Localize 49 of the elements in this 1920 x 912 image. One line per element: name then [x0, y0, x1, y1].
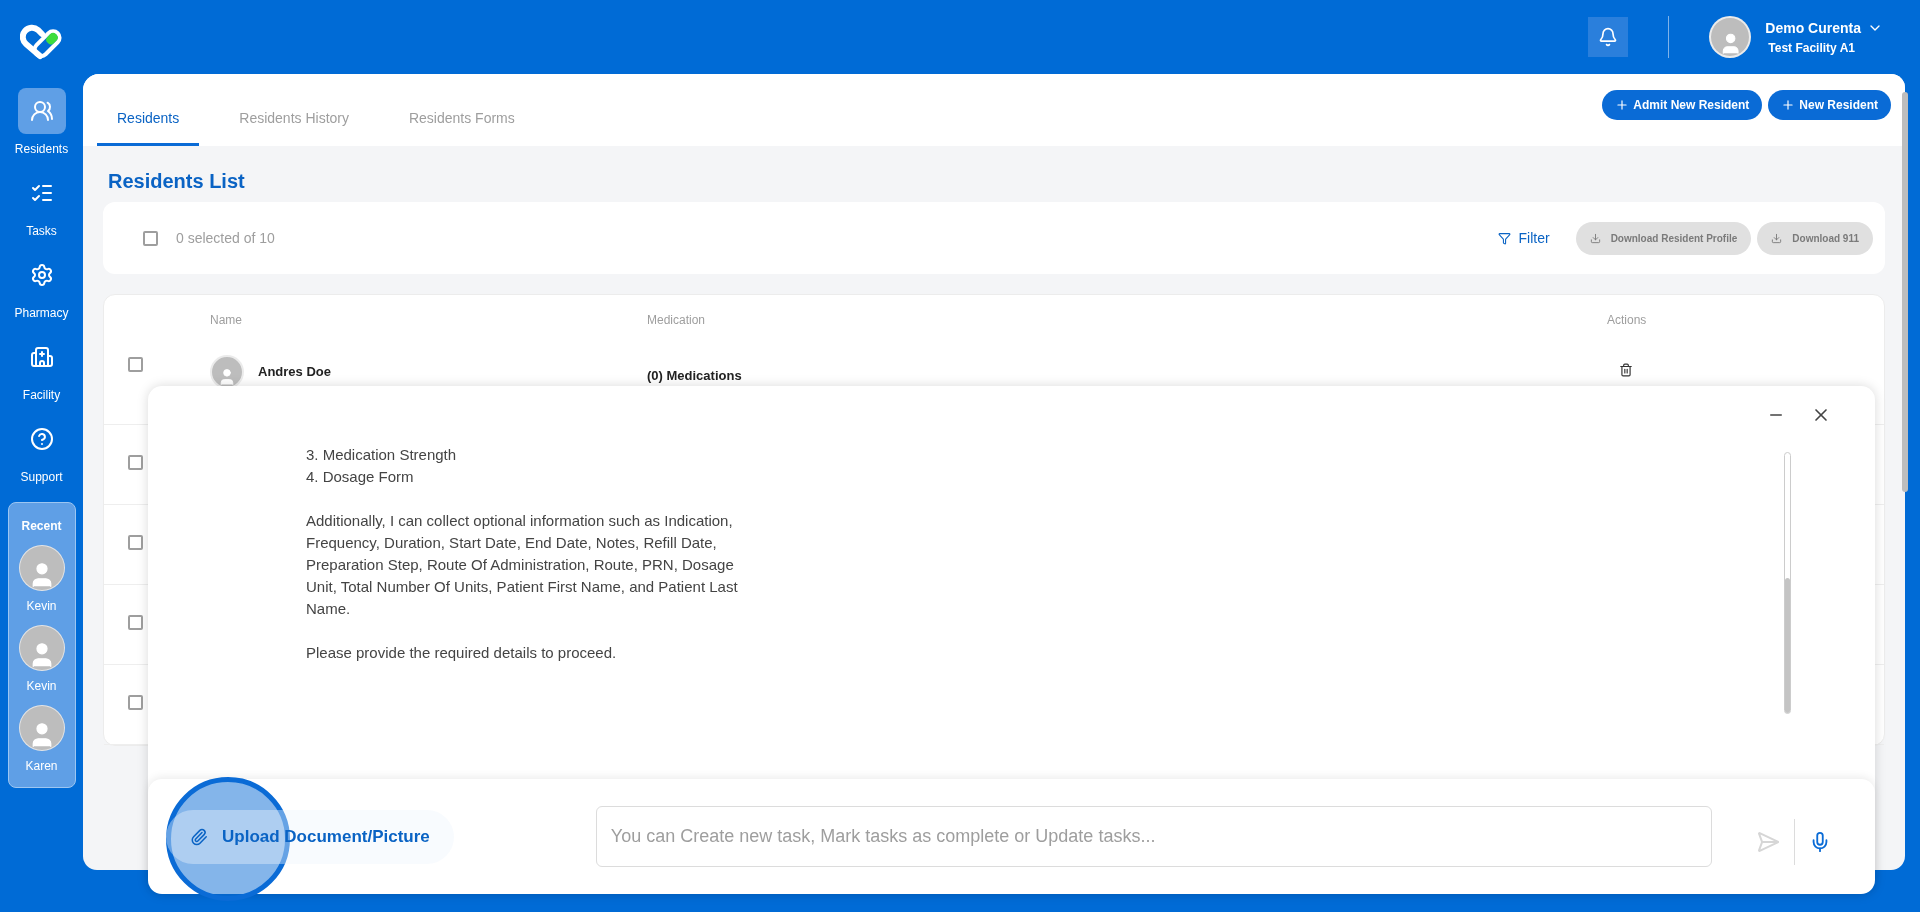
notifications-button[interactable]: [1588, 17, 1629, 57]
bell-icon: [1598, 27, 1619, 47]
tab[interactable]: Residents: [97, 100, 200, 146]
trash-icon[interactable]: [1619, 363, 1633, 377]
filter-button[interactable]: Filter: [1497, 227, 1550, 249]
message-line: 4. Dosage Form: [306, 467, 415, 487]
column-header: Name: [210, 312, 243, 329]
hospital-icon: [29, 345, 54, 369]
add-button[interactable]: New Resident: [1768, 90, 1891, 120]
logo-icon: [19, 24, 64, 60]
resident-name[interactable]: Andres Doe: [258, 362, 331, 382]
sidebar-nav-item[interactable]: Facility: [3, 334, 80, 404]
selection-count: 0 selected of 10: [176, 228, 275, 248]
tab[interactable]: Residents History: [219, 100, 369, 146]
plus-icon: [1781, 98, 1796, 112]
checkbox[interactable]: [143, 230, 158, 246]
medication-count[interactable]: (0) Medications: [647, 368, 742, 383]
download-icon: [1771, 232, 1783, 244]
sidebar-nav-item[interactable]: Residents: [3, 88, 80, 158]
send-icon[interactable]: [1756, 829, 1780, 854]
checkbox[interactable]: [128, 357, 143, 372]
residents-icon: [29, 99, 54, 123]
gear-icon: [29, 263, 54, 287]
page-scrollbar[interactable]: [1902, 92, 1908, 492]
add-button[interactable]: Admit New Resident: [1602, 90, 1763, 120]
checkbox[interactable]: [128, 454, 143, 470]
message-input[interactable]: You can Create new task, Mark tasks as complete or Update tasks...: [595, 806, 1712, 867]
filter-icon: [1497, 231, 1511, 245]
list-title: Residents List: [108, 169, 246, 194]
column-header: Actions: [1607, 312, 1647, 329]
column-header: Medication: [647, 312, 707, 329]
plus-icon: [1615, 98, 1630, 112]
recent-title: Recent: [21, 518, 62, 535]
sidebar-nav-item[interactable]: Support: [3, 416, 80, 486]
paperclip-icon: [190, 827, 208, 846]
tab[interactable]: Residents Forms: [388, 100, 535, 146]
user-name: Demo Curenta: [1765, 18, 1861, 38]
message-paragraph: Additionally, I can collect optional information such as Indication, Frequency, Duration, Start Date, End Date, Notes, Refill Date, Preparation Step, Route Of Administration, Route, PRN, Dosage Unit, Total Number Of Units, Patient First Name, and Patient Last Name.: [306, 511, 739, 619]
sidebar-nav-item[interactable]: Pharmacy: [3, 252, 80, 322]
download-icon: [1589, 232, 1601, 244]
checkbox[interactable]: [128, 614, 143, 630]
message-paragraph: Please provide the required details to proceed.: [306, 643, 618, 663]
help-icon: [29, 427, 54, 451]
message-line: 3. Medication Strength: [306, 445, 458, 465]
sidebar-nav-item[interactable]: Tasks: [3, 170, 80, 240]
checkbox[interactable]: [128, 694, 143, 710]
facility-name: Test Facility A1: [1768, 39, 1856, 57]
user-avatar: [1709, 16, 1752, 58]
checkbox[interactable]: [128, 534, 143, 550]
